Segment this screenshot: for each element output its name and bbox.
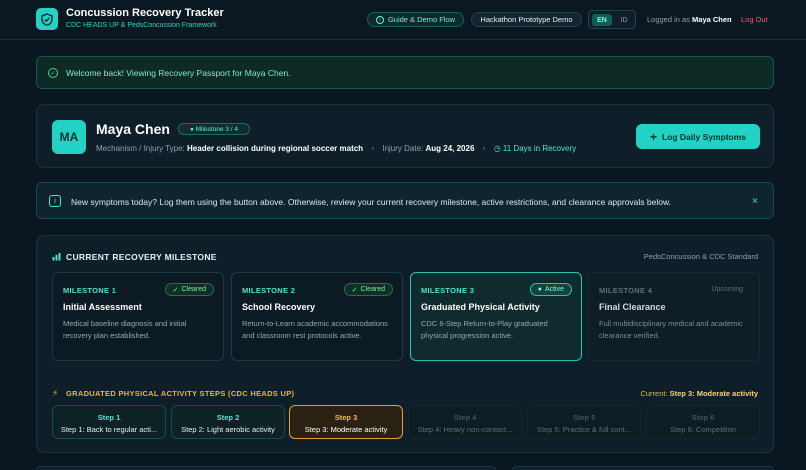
milestone-label: MILESTONE 1 <box>63 286 117 295</box>
milestone-card-2[interactable]: MILESTONE 2 ✓ Cleared School Recovery Ret… <box>231 272 403 361</box>
step-4[interactable]: Step 4 Step 4: Heavy non-contact... <box>408 405 522 439</box>
prototype-demo-label: Hackathon Prototype Demo <box>480 15 573 24</box>
step-2[interactable]: Step 2 Step 2: Light aerobic activity <box>171 405 285 439</box>
milestone-desc: Full multidisciplinary medical and acade… <box>599 319 743 340</box>
welcome-text: Welcome back! Viewing Recovery Passport … <box>66 68 291 78</box>
milestone-label: MILESTONE 2 <box>242 286 296 295</box>
injury-date-label: Injury Date: <box>382 144 424 153</box>
patient-name: Maya Chen <box>96 121 170 137</box>
injury-date-value: Aug 24, 2026 <box>425 144 475 153</box>
step-label: Step 5: Practice & full cont... <box>536 425 632 434</box>
plus-icon: + <box>649 129 657 144</box>
step-name: Step 5 <box>572 413 596 422</box>
patient-card: MA Maya Chen ● Milestone 3 / 4 Mechanism… <box>36 104 774 168</box>
check-circle-icon: ✓ <box>48 68 58 78</box>
milestone-section: CURRENT RECOVERY MILESTONE PedsConcussio… <box>36 235 774 453</box>
milestone-card-4[interactable]: MILESTONE 4 Upcoming Final Clearance Ful… <box>588 272 760 361</box>
clock-icon: ◷ <box>493 144 501 153</box>
step-label: Step 1: Back to regular acti... <box>60 425 158 434</box>
milestone-label: MILESTONE 3 <box>421 286 475 295</box>
status-badge-text: Cleared <box>181 286 206 293</box>
next-section-card <box>512 466 774 470</box>
step-name: Step 1 <box>97 413 121 422</box>
status-badge-text: Active <box>544 286 564 293</box>
step-1[interactable]: Step 1 Step 1: Back to regular acti... <box>52 405 166 439</box>
status-badge-text: Cleared <box>360 286 385 293</box>
gpa-current-prefix: Current: <box>640 389 668 398</box>
info-icon: i <box>49 195 61 207</box>
close-icon[interactable]: × <box>752 196 758 207</box>
language-switcher: EN ID <box>588 10 636 29</box>
info-banner: i New symptoms today? Log them using the… <box>36 182 774 219</box>
active-dot-icon: ● <box>537 286 542 293</box>
gpa-title: GRADUATED PHYSICAL ACTIVITY STEPS (CDC H… <box>66 389 295 398</box>
milestone-title: School Recovery <box>242 302 316 312</box>
milestone-badge: ● Milestone 3 / 4 <box>178 123 250 135</box>
step-name: Step 4 <box>453 413 477 422</box>
logged-in-prefix: Logged in as <box>647 15 690 24</box>
step-name: Step 3 <box>334 413 358 422</box>
milestone-desc: Return-to-Learn academic accommodations … <box>242 319 388 340</box>
lang-en-button[interactable]: EN <box>592 14 612 26</box>
section-title: CURRENT RECOVERY MILESTONE <box>66 252 217 262</box>
lang-id-button[interactable]: ID <box>615 14 633 26</box>
status-badge: ● Active <box>529 283 572 296</box>
gpa-current-value: Step 3: Moderate activity <box>669 389 758 398</box>
info-icon: i <box>375 15 384 24</box>
separator-dot: • <box>482 144 486 153</box>
mechanism-label: Mechanism / Injury Type: <box>96 144 185 153</box>
step-name: Step 6 <box>691 413 715 422</box>
mechanism-value: Header collision during regional soccer … <box>187 144 364 153</box>
log-daily-symptoms-label: Log Daily Symptoms <box>661 131 747 142</box>
logged-in-status: Logged in as Maya Chen <box>647 15 732 24</box>
milestone-title: Graduated Physical Activity <box>421 302 540 312</box>
step-label: Step 6: Competition <box>670 425 736 434</box>
days-in-recovery: 11 Days in Recovery <box>502 144 577 153</box>
welcome-banner: ✓ Welcome back! Viewing Recovery Passpor… <box>36 56 774 89</box>
milestone-desc: Medical baseline diagnosis and initial r… <box>63 319 187 340</box>
gpa-current: Current: Step 3: Moderate activity <box>640 389 758 398</box>
step-6[interactable]: Step 6 Step 6: Competition <box>646 405 760 439</box>
section-standard: PedsConcussion & CDC Standard <box>643 252 758 261</box>
guide-demo-button[interactable]: i Guide & Demo Flow <box>367 12 464 27</box>
step-label: Step 2: Light aerobic activity <box>181 425 275 434</box>
status-badge: ✓ Cleared <box>164 283 214 296</box>
guide-demo-label: Guide & Demo Flow <box>387 15 456 24</box>
chart-bar-icon <box>52 252 61 261</box>
info-text: New symptoms today? Log them using the b… <box>71 197 672 207</box>
status-badge: Upcoming <box>704 283 750 296</box>
milestone-desc: CDC 6-Step Return-to-Play graduated phys… <box>421 319 548 340</box>
step-3[interactable]: Step 3 Step 3: Moderate activity <box>289 405 403 439</box>
shield-logo-icon <box>36 8 58 30</box>
app-subtitle: CDC HEADS UP & PedsConcussion Framework <box>66 22 217 29</box>
lightning-icon: ⚡ <box>52 388 59 398</box>
logged-in-user: Maya Chen <box>692 15 732 24</box>
milestone-title: Final Clearance <box>599 302 666 312</box>
patient-meta: Mechanism / Injury Type: Header collisio… <box>96 144 576 153</box>
status-badge-text: Upcoming <box>711 286 743 293</box>
status-badge: ✓ Cleared <box>343 283 393 296</box>
milestone-card-1[interactable]: MILESTONE 1 ✓ Cleared Initial Assessment … <box>52 272 224 361</box>
milestone-title: Initial Assessment <box>63 302 142 312</box>
step-label: Step 4: Heavy non-contact... <box>417 425 513 434</box>
separator-dot: • <box>371 144 375 153</box>
step-name: Step 2 <box>216 413 240 422</box>
milestone-label: MILESTONE 4 <box>599 286 653 295</box>
avatar: MA <box>52 120 86 154</box>
step-label: Step 3: Moderate activity <box>304 425 388 434</box>
prototype-demo-badge: Hackathon Prototype Demo <box>471 12 582 27</box>
app-title: Concussion Recovery Tracker <box>66 7 224 19</box>
milestone-card-3[interactable]: MILESTONE 3 ● Active Graduated Physical A… <box>410 272 582 361</box>
app-header: Concussion Recovery Tracker CDC HEADS UP… <box>0 0 806 40</box>
logout-button[interactable]: Log Out <box>741 15 768 24</box>
step-5[interactable]: Step 5 Step 5: Practice & full cont... <box>527 405 641 439</box>
check-icon: ✓ <box>351 286 358 294</box>
milestone-badge-text: Milestone 3 / 4 <box>195 125 238 133</box>
log-daily-symptoms-button[interactable]: + Log Daily Symptoms <box>636 124 760 149</box>
check-icon: ✓ <box>172 286 179 294</box>
next-section-card <box>36 466 496 470</box>
